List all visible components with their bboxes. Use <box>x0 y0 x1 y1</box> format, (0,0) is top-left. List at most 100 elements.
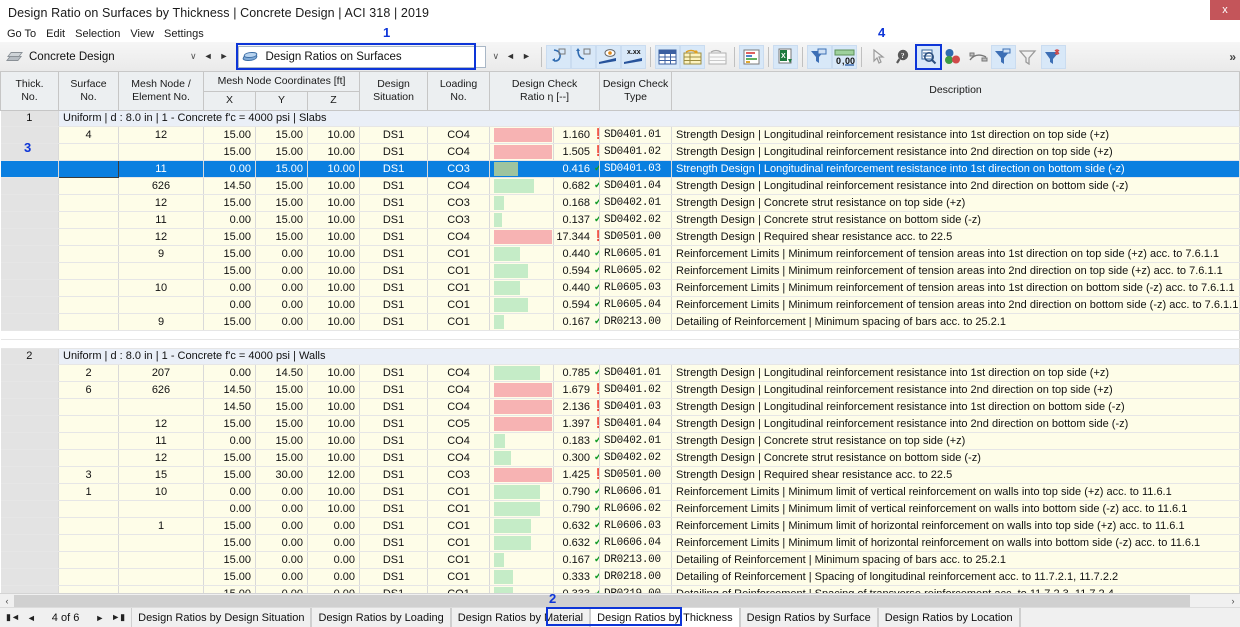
header-check-type[interactable]: Design Check Type <box>599 72 673 111</box>
cell-coord-x[interactable]: 0.00 <box>203 432 256 450</box>
table-row[interactable]: 41215.0015.0010.00DS1CO41.160❗SD0401.01S… <box>0 126 1240 144</box>
table-row[interactable]: 15.000.000.00DS1CO10.333✓DR0218.00Detail… <box>0 568 1240 586</box>
table-row[interactable]: 15.0015.0010.00DS1CO41.505❗SD0401.02Stre… <box>0 143 1240 161</box>
cell-surface-no[interactable] <box>58 211 119 229</box>
cell-coord-y[interactable]: 14.50 <box>255 364 308 382</box>
cell-description[interactable]: Reinforcement Limits | Minimum reinforce… <box>671 245 1240 263</box>
cell-loading-no[interactable]: CO4 <box>427 228 491 246</box>
cell-loading-no[interactable]: CO1 <box>427 313 491 331</box>
cell-coord-z[interactable]: 10.00 <box>307 194 361 212</box>
cell-description[interactable]: Reinforcement Limits | Minimum limit of … <box>671 483 1240 501</box>
cell-check-type[interactable]: SD0402.02 <box>599 211 673 229</box>
next-page-button[interactable]: ► <box>95 613 104 623</box>
cell-coord-z[interactable]: 10.00 <box>307 245 361 263</box>
cell-description[interactable]: Strength Design | Longitudinal reinforce… <box>671 160 1240 178</box>
cell-design-ratio[interactable]: 0.790✓ <box>489 500 601 518</box>
cell-design-ratio[interactable]: 0.632✓ <box>489 534 601 552</box>
cell-surface-no[interactable] <box>58 313 119 331</box>
cell-loading-no[interactable]: CO4 <box>427 449 491 467</box>
cell-coord-z[interactable]: 10.00 <box>307 279 361 297</box>
cell-description[interactable]: Reinforcement Limits | Minimum reinforce… <box>671 279 1240 297</box>
row-gutter[interactable] <box>0 262 59 280</box>
cell-loading-no[interactable]: CO4 <box>427 364 491 382</box>
cell-check-type[interactable]: RL0605.01 <box>599 245 673 263</box>
cell-description[interactable]: Reinforcement Limits | Minimum limit of … <box>671 534 1240 552</box>
row-gutter[interactable] <box>0 279 59 297</box>
cell-check-type[interactable]: RL0605.02 <box>599 262 673 280</box>
cell-coord-z[interactable]: 10.00 <box>307 126 361 144</box>
cell-loading-no[interactable]: CO1 <box>427 534 491 552</box>
group-row[interactable]: 2 Uniform | d : 8.0 in | 1 - Concrete f'c… <box>0 348 1240 365</box>
row-gutter[interactable] <box>0 364 59 382</box>
colors-icon[interactable]: i <box>941 45 966 69</box>
cell-surface-no[interactable] <box>58 415 119 433</box>
cell-design-ratio[interactable]: 0.440✓ <box>489 279 601 297</box>
last-page-button[interactable]: ►▮ <box>111 612 125 623</box>
cell-coord-y[interactable]: 15.00 <box>255 398 308 416</box>
table-row[interactable]: 100.000.0010.00DS1CO10.440✓RL0605.03Rein… <box>0 279 1240 297</box>
cell-surface-no[interactable]: 3 <box>58 466 119 484</box>
cell-coord-x[interactable]: 0.00 <box>203 160 256 178</box>
cell-mesh-node[interactable]: 10 <box>118 483 204 501</box>
cell-coord-z[interactable]: 10.00 <box>307 296 361 314</box>
table-row[interactable]: 15.000.000.00DS1CO10.632✓RL0606.04Reinfo… <box>0 534 1240 552</box>
cell-design-ratio[interactable]: 0.594✓ <box>489 262 601 280</box>
cell-coord-x[interactable]: 0.00 <box>203 279 256 297</box>
cell-mesh-node[interactable]: 12 <box>118 228 204 246</box>
search-zoom-icon[interactable] <box>914 43 942 70</box>
row-gutter[interactable] <box>0 432 59 450</box>
cell-design-ratio[interactable]: 0.137✓ <box>489 211 601 229</box>
cell-surface-no[interactable] <box>58 262 119 280</box>
cell-design-ratio[interactable]: 1.397❗ <box>489 415 601 433</box>
cell-loading-no[interactable]: CO1 <box>427 585 491 593</box>
cell-design-situation[interactable]: DS1 <box>359 279 429 297</box>
cell-check-type[interactable]: RL0606.03 <box>599 517 673 535</box>
cell-coord-y[interactable]: 15.00 <box>255 432 308 450</box>
cell-description[interactable]: Strength Design | Required shear resista… <box>671 466 1240 484</box>
row-gutter[interactable] <box>0 551 59 569</box>
cell-design-situation[interactable]: DS1 <box>359 262 429 280</box>
cell-loading-no[interactable]: CO1 <box>427 517 491 535</box>
cell-coord-y[interactable]: 15.00 <box>255 177 308 195</box>
cell-coord-x[interactable]: 15.00 <box>203 415 256 433</box>
cell-description[interactable]: Strength Design | Concrete strut resista… <box>671 449 1240 467</box>
cell-design-situation[interactable]: DS1 <box>359 432 429 450</box>
cell-design-situation[interactable]: DS1 <box>359 568 429 586</box>
table-row[interactable]: 31515.0030.0012.00DS1CO31.425❗SD0501.00S… <box>0 466 1240 484</box>
cell-coord-x[interactable]: 0.00 <box>203 364 256 382</box>
cell-check-type[interactable]: DR0213.00 <box>599 551 673 569</box>
tab-design-ratios-by-thickness[interactable]: Design Ratios by Thickness <box>590 608 740 627</box>
cell-check-type[interactable]: DR0218.00 <box>599 568 673 586</box>
cell-loading-no[interactable]: CO4 <box>427 432 491 450</box>
cell-coord-z[interactable]: 10.00 <box>307 415 361 433</box>
cell-mesh-node[interactable]: 207 <box>118 364 204 382</box>
header-coords-group[interactable]: Mesh Node Coordinates [ft] <box>202 72 361 92</box>
table-row[interactable]: 1215.0015.0010.00DS1CO30.168✓SD0402.01St… <box>0 194 1240 212</box>
cell-coord-y[interactable]: 0.00 <box>255 585 308 593</box>
decimal-places-icon[interactable]: 0,00 <box>831 44 857 69</box>
table-row[interactable]: 110.0015.0010.00DS1CO30.137✓SD0402.02Str… <box>0 211 1240 229</box>
cell-coord-x[interactable]: 15.00 <box>203 313 256 331</box>
cell-check-type[interactable]: RL0606.02 <box>599 500 673 518</box>
cell-loading-no[interactable]: CO3 <box>427 194 491 212</box>
cell-design-situation[interactable]: DS1 <box>359 415 429 433</box>
cell-coord-x[interactable]: 15.00 <box>203 262 256 280</box>
cell-design-situation[interactable]: DS1 <box>359 177 429 195</box>
table-row[interactable]: 15.000.000.00DS1CO10.333✓DR0219.00Detail… <box>0 585 1240 593</box>
cell-check-type[interactable]: DR0219.00 <box>599 585 673 593</box>
scroll-thumb[interactable] <box>14 594 1190 607</box>
table-row[interactable]: 110.0015.0010.00DS1CO40.183✓SD0402.01Str… <box>0 432 1240 450</box>
cell-design-situation[interactable]: DS1 <box>359 296 429 314</box>
cell-description[interactable]: Reinforcement Limits | Minimum limit of … <box>671 517 1240 535</box>
table-row[interactable]: 15.000.0010.00DS1CO10.594✓RL0605.02Reinf… <box>0 262 1240 280</box>
cell-surface-no[interactable]: 6 <box>58 381 119 399</box>
cell-coord-z[interactable]: 10.00 <box>307 262 361 280</box>
cell-mesh-node[interactable] <box>118 398 204 416</box>
cell-design-ratio[interactable]: 0.682✓ <box>489 177 601 195</box>
cell-description[interactable]: Strength Design | Required shear resista… <box>671 228 1240 246</box>
cell-mesh-node[interactable] <box>118 585 204 593</box>
cell-check-type[interactable]: SD0501.00 <box>599 228 673 246</box>
tab-design-ratios-by-material[interactable]: Design Ratios by Material <box>450 608 591 627</box>
row-gutter[interactable] <box>0 313 59 331</box>
cell-coord-y[interactable]: 15.00 <box>255 143 308 161</box>
